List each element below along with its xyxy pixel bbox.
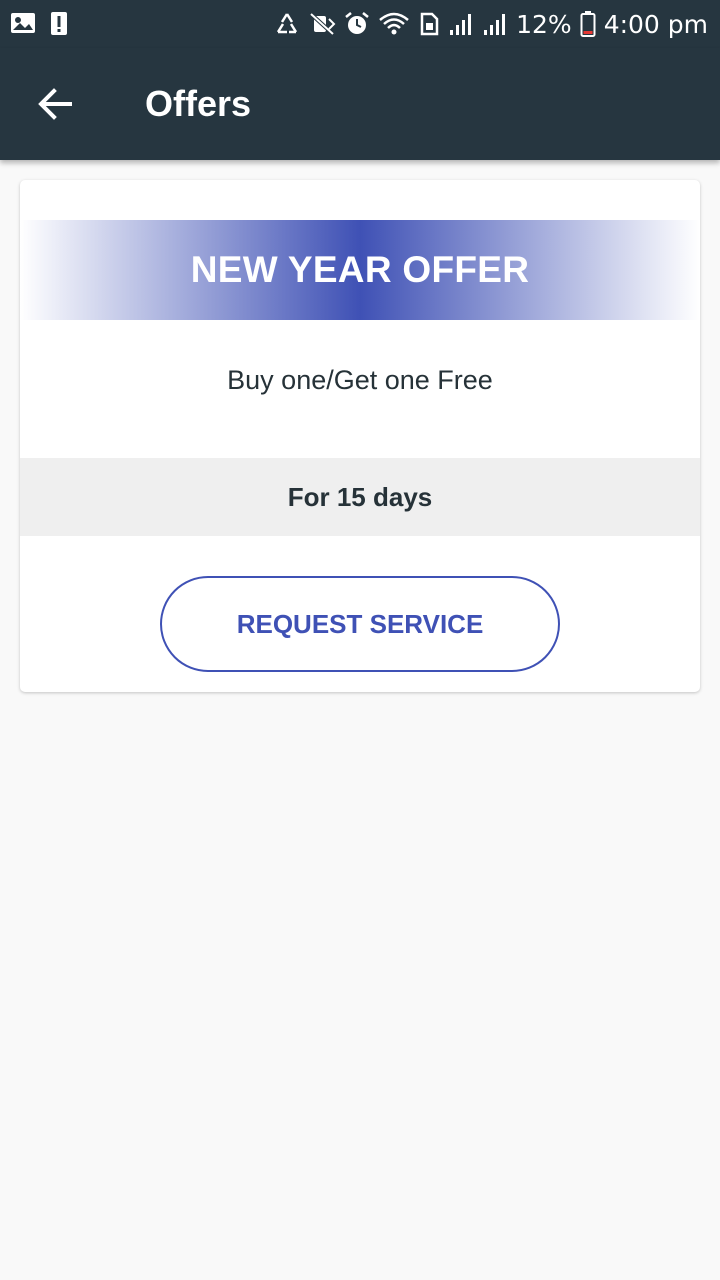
alarm-icon <box>345 12 369 34</box>
arrow-back-icon <box>38 88 72 120</box>
offer-card: NEW YEAR OFFER Buy one/Get one Free For … <box>20 180 700 692</box>
mute-icon <box>309 12 336 36</box>
offer-banner: NEW YEAR OFFER <box>20 220 700 320</box>
request-service-button[interactable]: REQUEST SERVICE <box>160 576 560 672</box>
page-title: Offers <box>145 83 252 124</box>
request-service-label: REQUEST SERVICE <box>236 608 484 639</box>
alert-icon <box>51 12 67 35</box>
wifi-icon <box>379 12 409 35</box>
sim-icon <box>420 12 439 36</box>
battery-icon <box>580 11 596 37</box>
signal-icon <box>484 14 506 35</box>
signal-icon <box>450 14 472 35</box>
status-bar: 12% 4:00 pm <box>0 0 720 48</box>
offer-title: NEW YEAR OFFER <box>190 249 530 290</box>
app-bar: Offers <box>0 48 720 160</box>
back-button[interactable] <box>32 82 80 126</box>
clock-time: 4:00 pm <box>603 9 708 39</box>
recycle-icon <box>277 13 298 34</box>
offer-duration: For 15 days <box>287 481 433 512</box>
offer-duration-band: For 15 days <box>20 458 700 536</box>
battery-percent: 12% <box>516 9 572 39</box>
image-icon <box>11 13 35 33</box>
offer-description: Buy one/Get one Free <box>227 365 493 395</box>
